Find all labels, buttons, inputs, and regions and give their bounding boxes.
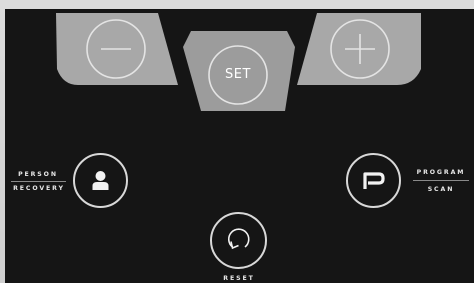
set-label: SET: [225, 67, 251, 82]
circular-arrow-icon: [228, 228, 250, 250]
person-recovery-divider: [11, 181, 66, 182]
scan-label: SCAN: [427, 186, 455, 193]
recovery-label: RECOVERY: [13, 185, 65, 192]
minus-button[interactable]: [54, 13, 180, 87]
program-scan-divider: [413, 180, 469, 181]
person-label: PERSON: [18, 171, 58, 178]
plus-button[interactable]: [297, 13, 423, 87]
reset-label: RESET: [223, 275, 255, 282]
program-scan-button[interactable]: [346, 153, 401, 208]
person-icon: [92, 171, 109, 190]
p-letter-icon: [363, 172, 385, 189]
reset-button[interactable]: [210, 212, 267, 269]
person-recovery-button[interactable]: [73, 153, 128, 208]
program-label: PROGRAM: [416, 169, 466, 176]
